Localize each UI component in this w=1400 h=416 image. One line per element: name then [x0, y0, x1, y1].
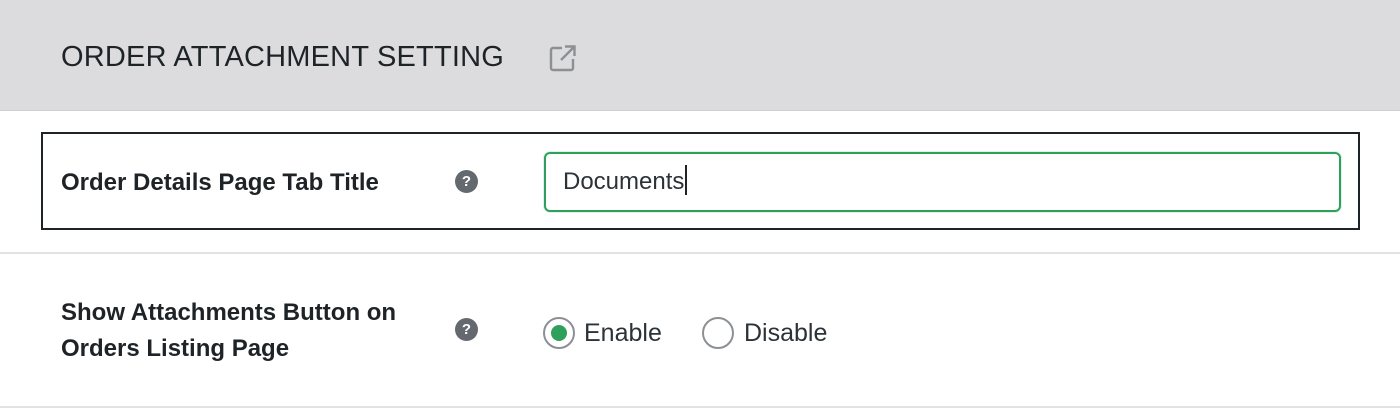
enable-radio-label[interactable]: Enable	[584, 315, 662, 351]
text-caret	[685, 165, 688, 195]
disable-radio-label[interactable]: Disable	[744, 315, 827, 351]
tab-title-input-value: Documents	[563, 164, 688, 200]
radio-selected-dot	[551, 325, 567, 341]
row-divider	[0, 406, 1400, 408]
tab-title-label: Order Details Page Tab Title	[61, 169, 379, 196]
tab-title-input[interactable]: Documents	[544, 152, 1341, 212]
help-glyph: ?	[461, 321, 472, 338]
disable-radio[interactable]	[702, 317, 734, 349]
external-link-icon[interactable]	[548, 43, 578, 73]
section-title: ORDER ATTACHMENT SETTING	[61, 41, 505, 73]
enable-radio[interactable]	[543, 317, 575, 349]
attachments-button-label-line1: Show Attachments Button on	[61, 299, 397, 326]
question-mark-icon[interactable]: ?	[455, 318, 478, 341]
help-glyph: ?	[461, 173, 472, 190]
row-divider	[0, 252, 1400, 254]
settings-page: ORDER ATTACHMENT SETTING Order Details P…	[0, 0, 1400, 416]
settings-header: ORDER ATTACHMENT SETTING	[0, 0, 1400, 111]
question-mark-icon[interactable]: ?	[455, 170, 478, 193]
attachments-button-label-line2: Orders Listing Page	[61, 335, 290, 362]
